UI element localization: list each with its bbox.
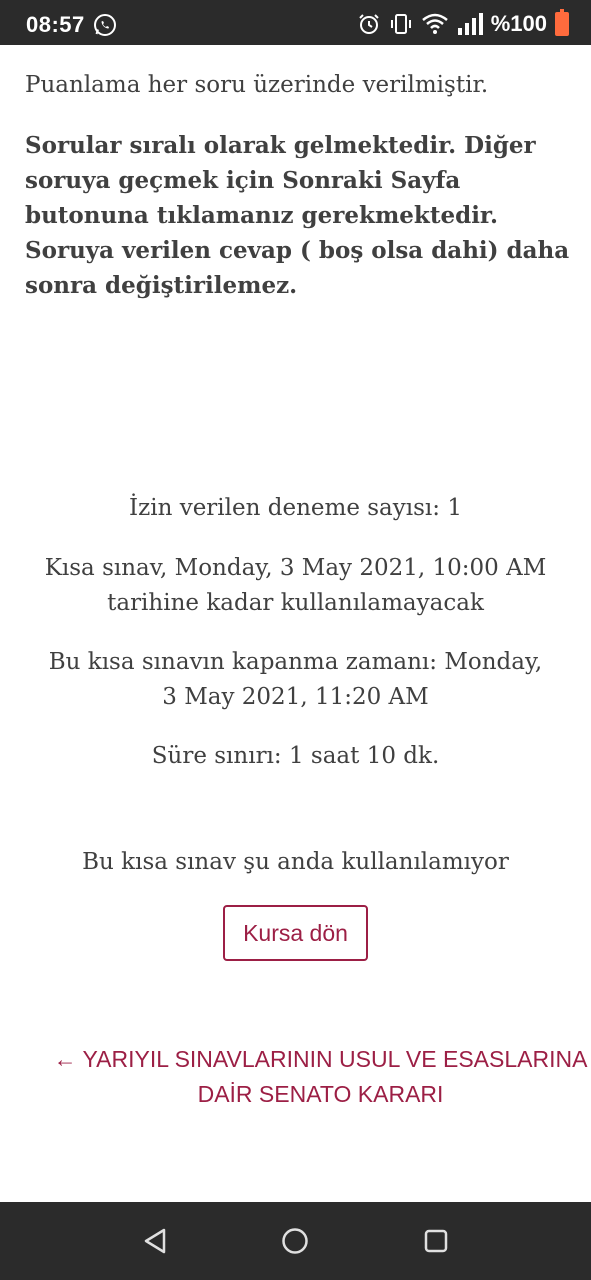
back-to-course-button[interactable]: Kursa dön [223, 905, 368, 961]
grading-note: Puanlama her soru üzerinde verilmiştir. [25, 72, 489, 98]
quiz-content: Puanlama her soru üzerinde verilmiştir. … [0, 45, 591, 1202]
alarm-icon [359, 14, 379, 34]
wifi-icon [421, 13, 448, 34]
recents-square-icon [424, 1229, 448, 1253]
attempts-allowed: İzin verilen deneme sayısı: 1 [129, 495, 462, 521]
navigation-bar [0, 1202, 591, 1280]
battery-percent: %100 [490, 11, 547, 36]
previous-activity-link[interactable]: ← YARIYIL SINAVLARININ USUL VE ESASLARIN… [0, 1042, 591, 1112]
quiz-rules: Sorular sıralı olarak gelmektedir. Diğer… [25, 132, 570, 299]
whatsapp-icon [94, 14, 116, 36]
back-triangle-icon [144, 1228, 166, 1254]
quiz-open-time: Kısa sınav, Monday, 3 May 2021, 10:00 AM… [44, 555, 547, 616]
status-bar: 08:57 %100 [0, 0, 591, 45]
battery-icon [555, 9, 569, 36]
status-icons: %100 [357, 9, 569, 37]
nav-home-button[interactable] [278, 1224, 312, 1258]
vibrate-icon [390, 14, 411, 34]
home-circle-icon [282, 1228, 308, 1254]
time-limit: Süre sınırı: 1 saat 10 dk. [151, 743, 440, 769]
signal-icon [457, 13, 483, 35]
nav-recents-button[interactable] [419, 1224, 453, 1258]
quiz-unavailable-notice: Bu kısa sınav şu anda kullanılamıyor [82, 849, 509, 875]
quiz-close-time: Bu kısa sınavın kapanma zamanı: Monday, … [48, 649, 543, 710]
nav-back-button[interactable] [138, 1224, 172, 1258]
status-time: 08:57 [26, 12, 85, 37]
